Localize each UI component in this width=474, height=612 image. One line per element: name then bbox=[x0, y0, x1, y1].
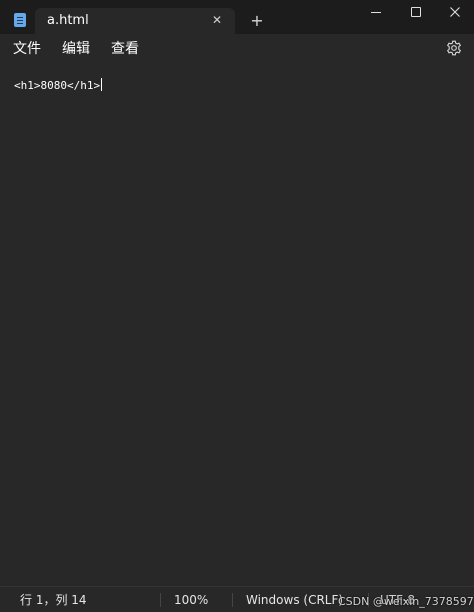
menu-bar: 文件 编辑 查看 bbox=[0, 34, 474, 64]
cursor-position: 行 1，列 14 bbox=[20, 593, 87, 607]
title-bar: a.html ✕ + bbox=[0, 0, 474, 34]
zoom-level[interactable]: 100% bbox=[174, 592, 208, 608]
minimize-icon bbox=[371, 12, 381, 13]
status-divider bbox=[160, 593, 161, 607]
tab-close-icon[interactable]: ✕ bbox=[209, 12, 225, 28]
tab-title: a.html bbox=[47, 13, 89, 28]
menu-view[interactable]: 查看 bbox=[111, 39, 139, 59]
minimize-button[interactable] bbox=[354, 0, 398, 26]
maximize-button[interactable] bbox=[395, 0, 439, 26]
maximize-icon bbox=[411, 7, 421, 17]
notepad-window: a.html ✕ + 文件 编辑 查看 <h1>8080</h1> 行 1，列 … bbox=[0, 0, 474, 612]
menu-file[interactable]: 文件 bbox=[13, 39, 41, 59]
editor-text-line: <h1>8080</h1> bbox=[14, 79, 101, 92]
new-tab-button[interactable]: + bbox=[248, 12, 266, 30]
close-window-button[interactable] bbox=[434, 0, 474, 26]
menu-edit[interactable]: 编辑 bbox=[62, 39, 90, 59]
editor-content: <h1>8080</h1> bbox=[14, 78, 103, 93]
tab-a-html[interactable]: a.html ✕ bbox=[35, 8, 235, 34]
close-icon bbox=[450, 7, 460, 17]
line-ending[interactable]: Windows (CRLF) bbox=[246, 592, 343, 608]
text-editor-area[interactable]: <h1>8080</h1> bbox=[0, 64, 474, 586]
text-caret bbox=[101, 78, 103, 91]
notepad-app-icon bbox=[14, 13, 26, 27]
status-divider bbox=[232, 593, 233, 607]
settings-gear-icon[interactable] bbox=[446, 40, 462, 56]
csdn-watermark: CSDN @weixin_73785971 bbox=[338, 595, 474, 608]
